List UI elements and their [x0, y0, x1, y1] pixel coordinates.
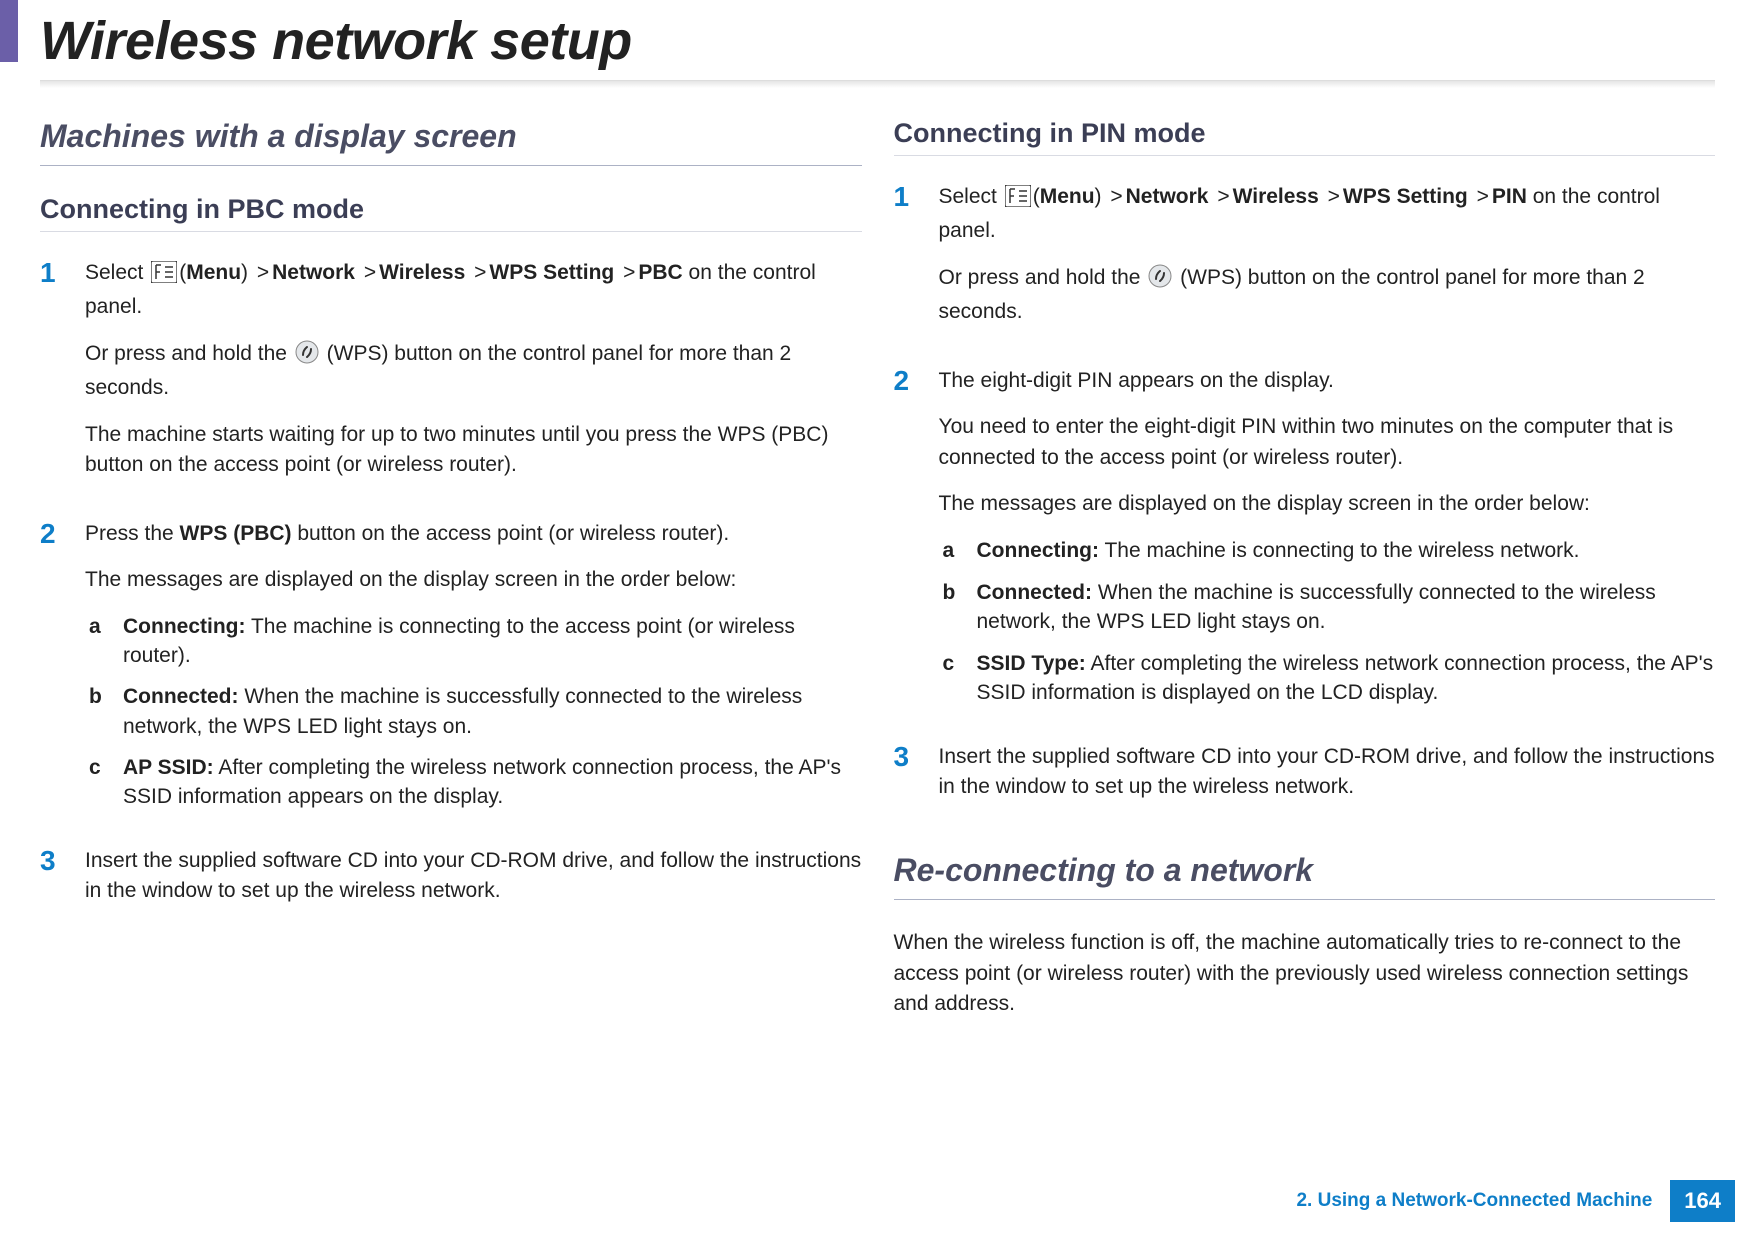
pin-step2-msgintro: The messages are displayed on the displa… — [939, 489, 1716, 519]
text: Or press and hold the — [939, 266, 1147, 289]
step-number: 1 — [40, 258, 85, 497]
pbc-step1-wait: The machine starts waiting for up to two… — [85, 420, 862, 481]
menu-icon — [151, 261, 177, 292]
substep-label: Connected: — [123, 685, 239, 708]
step-number: 3 — [894, 742, 939, 819]
breadcrumb-network: Network — [272, 261, 355, 284]
page-title: Wireless network setup — [40, 10, 1715, 72]
title-underline — [40, 80, 1715, 88]
pin-step2-pinline: The eight-digit PIN appears on the displ… — [939, 366, 1716, 396]
substep-body: Connected: When the machine is successfu… — [977, 578, 1716, 637]
step-number: 2 — [894, 366, 939, 720]
wps-pbc-label: WPS (PBC) — [180, 522, 292, 545]
menu-label: Menu — [1040, 185, 1095, 208]
reconnect-text: When the wireless function is off, the m… — [894, 928, 1716, 1019]
pin-step-2: 2 The eight-digit PIN appears on the dis… — [894, 366, 1716, 720]
breadcrumb-wps-setting: WPS Setting — [489, 261, 614, 284]
breadcrumb-wireless: Wireless — [1233, 185, 1319, 208]
substep-letter: c — [89, 753, 123, 812]
pbc-step-1: 1 Select (Menu) >Network >Wireless >WPS … — [40, 258, 862, 497]
step-number: 3 — [40, 846, 85, 923]
pbc-step2-msgintro: The messages are displayed on the displa… — [85, 565, 862, 595]
text: button on the access point (or wireless … — [292, 522, 730, 545]
step-body: Insert the supplied software CD into you… — [939, 742, 1716, 819]
wps-icon — [1148, 264, 1172, 297]
left-column: Machines with a display screen Connectin… — [40, 118, 862, 1020]
substep-text: After completing the wireless network co… — [123, 756, 841, 808]
step-body: The eight-digit PIN appears on the displ… — [939, 366, 1716, 720]
breadcrumb-pin: PIN — [1492, 185, 1527, 208]
footer-page-number: 164 — [1670, 1180, 1735, 1222]
step-body: Select (Menu) >Network >Wireless >WPS Se… — [85, 258, 862, 497]
pin-substep-a: a Connecting: The machine is connecting … — [939, 536, 1716, 566]
substep-body: SSID Type: After completing the wireless… — [977, 649, 1716, 708]
breadcrumb-wireless: Wireless — [379, 261, 465, 284]
breadcrumb-pbc: PBC — [638, 261, 682, 284]
section-heading-reconnect: Re-connecting to a network — [894, 852, 1716, 900]
page-footer: 2. Using a Network-Connected Machine 164 — [1278, 1180, 1735, 1222]
substep-label: Connecting: — [977, 539, 1099, 562]
pbc-step2-press: Press the WPS (PBC) button on the access… — [85, 519, 862, 549]
substep-body: Connected: When the machine is successfu… — [123, 682, 862, 741]
footer-chapter: 2. Using a Network-Connected Machine — [1278, 1180, 1670, 1222]
substep-label: SSID Type: — [977, 652, 1086, 675]
subsection-heading-pin: Connecting in PIN mode — [894, 118, 1716, 156]
step-number: 2 — [40, 519, 85, 824]
substep-letter: a — [89, 612, 123, 671]
pin-step-1: 1 Select (Menu) >Network >Wireless >WPS … — [894, 182, 1716, 344]
substep-body: AP SSID: After completing the wireless n… — [123, 753, 862, 812]
page-header: Wireless network setup — [0, 0, 1755, 88]
section-heading-display-screen: Machines with a display screen — [40, 118, 862, 166]
pbc-step1-press: Or press and hold the (WPS) button on th… — [85, 339, 862, 404]
menu-label: Menu — [186, 261, 241, 284]
pbc-step3-text: Insert the supplied software CD into you… — [85, 846, 862, 907]
pbc-substep-c: c AP SSID: After completing the wireless… — [85, 753, 862, 812]
substep-letter: c — [943, 649, 977, 708]
substep-text: The machine is connecting to the wireles… — [1099, 539, 1580, 562]
substep-label: Connected: — [977, 581, 1093, 604]
substep-body: Connecting: The machine is connecting to… — [123, 612, 862, 671]
pbc-step-2: 2 Press the WPS (PBC) button on the acce… — [40, 519, 862, 824]
menu-icon — [1005, 185, 1031, 216]
pbc-step-3: 3 Insert the supplied software CD into y… — [40, 846, 862, 923]
pin-step1-select: Select (Menu) >Network >Wireless >WPS Se… — [939, 182, 1716, 247]
substep-letter: b — [943, 578, 977, 637]
substep-label: Connecting: — [123, 615, 245, 638]
pin-step1-press: Or press and hold the (WPS) button on th… — [939, 263, 1716, 328]
substep-text: After completing the wireless network co… — [977, 652, 1714, 704]
right-column: Connecting in PIN mode 1 Select (Menu) >… — [894, 118, 1716, 1020]
pin-substep-c: c SSID Type: After completing the wirele… — [939, 649, 1716, 708]
pin-substep-b: b Connected: When the machine is success… — [939, 578, 1716, 637]
step-body: Press the WPS (PBC) button on the access… — [85, 519, 862, 824]
pin-step3-text: Insert the supplied software CD into you… — [939, 742, 1716, 803]
substep-letter: a — [943, 536, 977, 566]
accent-bar — [0, 0, 18, 62]
substep-body: Connecting: The machine is connecting to… — [977, 536, 1716, 566]
pbc-step1-select: Select (Menu) >Network >Wireless >WPS Se… — [85, 258, 862, 323]
step-number: 1 — [894, 182, 939, 344]
step-body: Insert the supplied software CD into you… — [85, 846, 862, 923]
step-body: Select (Menu) >Network >Wireless >WPS Se… — [939, 182, 1716, 344]
pbc-substep-a: a Connecting: The machine is connecting … — [85, 612, 862, 671]
breadcrumb-wps-setting: WPS Setting — [1343, 185, 1468, 208]
text: Select — [85, 261, 149, 284]
pbc-substep-b: b Connected: When the machine is success… — [85, 682, 862, 741]
subsection-heading-pbc: Connecting in PBC mode — [40, 194, 862, 232]
content-columns: Machines with a display screen Connectin… — [0, 88, 1755, 1020]
wps-icon — [295, 340, 319, 373]
substep-label: AP SSID: — [123, 756, 214, 779]
text: Press the — [85, 522, 180, 545]
pin-step2-enter: You need to enter the eight-digit PIN wi… — [939, 412, 1716, 473]
text: Or press and hold the — [85, 342, 293, 365]
text: Select — [939, 185, 1003, 208]
substep-letter: b — [89, 682, 123, 741]
breadcrumb-network: Network — [1126, 185, 1209, 208]
pin-step-3: 3 Insert the supplied software CD into y… — [894, 742, 1716, 819]
